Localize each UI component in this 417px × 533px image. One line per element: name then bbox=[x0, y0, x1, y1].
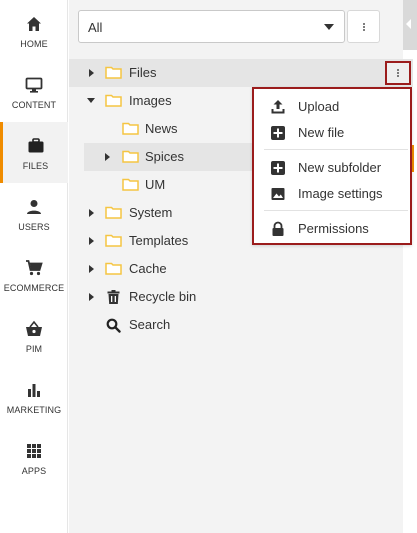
nav-label-users: USERS bbox=[18, 222, 50, 232]
collapse-toggle-icon[interactable] bbox=[87, 98, 95, 103]
tree-label: System bbox=[129, 205, 173, 220]
monitor-icon bbox=[24, 75, 44, 95]
nav-item-users[interactable]: USERS bbox=[0, 183, 68, 244]
menu-item-upload[interactable]: Upload bbox=[254, 94, 410, 120]
panel-menu-button[interactable] bbox=[347, 10, 380, 43]
tree-label: Templates bbox=[129, 233, 189, 248]
tree-row-cache[interactable]: Cache bbox=[69, 255, 403, 283]
nav-item-ecommerce[interactable]: ECOMMERCE bbox=[0, 244, 68, 305]
menu-divider bbox=[264, 210, 408, 211]
filter-select[interactable]: All bbox=[78, 10, 345, 43]
search-icon bbox=[106, 318, 121, 333]
menu-item-label: Permissions bbox=[298, 221, 369, 236]
plus-box-icon bbox=[271, 126, 285, 140]
nav-item-apps[interactable]: APPS bbox=[0, 427, 68, 488]
nav-item-home[interactable]: HOME bbox=[0, 0, 68, 61]
menu-item-label: Image settings bbox=[298, 186, 383, 201]
tree-label: Spices bbox=[145, 149, 185, 164]
folder-icon bbox=[105, 66, 122, 79]
folder-context-menu: Upload New file New subfolder Image sett… bbox=[252, 87, 412, 245]
tree-label: Search bbox=[129, 317, 171, 332]
expand-toggle-icon[interactable] bbox=[89, 293, 94, 301]
home-icon bbox=[24, 14, 44, 34]
nav-item-content[interactable]: CONTENT bbox=[0, 61, 68, 122]
nav-item-files[interactable]: FILES bbox=[0, 122, 68, 183]
menu-item-label: New subfolder bbox=[298, 160, 382, 175]
menu-item-permissions[interactable]: Permissions bbox=[254, 216, 410, 242]
plus-box-icon bbox=[271, 161, 285, 175]
folder-icon bbox=[105, 94, 122, 107]
bar-chart-icon bbox=[24, 380, 44, 400]
basket-icon bbox=[24, 319, 44, 339]
filter-select-value: All bbox=[88, 20, 103, 35]
chevron-left-icon bbox=[406, 19, 411, 29]
expand-toggle-icon[interactable] bbox=[89, 209, 94, 217]
briefcase-icon bbox=[26, 136, 46, 156]
nav-label-marketing: MARKETING bbox=[6, 405, 62, 415]
folder-icon bbox=[122, 122, 139, 135]
main-navigation: HOME CONTENT FILES USERS ECOMMERCE PIM M… bbox=[0, 0, 68, 533]
menu-divider bbox=[264, 149, 408, 150]
expand-toggle-icon[interactable] bbox=[89, 265, 94, 273]
tree-label: Files bbox=[129, 65, 157, 80]
menu-item-label: Upload bbox=[298, 99, 340, 114]
tree-label: Cache bbox=[129, 261, 167, 276]
lock-icon bbox=[272, 221, 284, 236]
menu-item-image-settings[interactable]: Image settings bbox=[254, 181, 410, 207]
upload-icon bbox=[271, 100, 285, 114]
tree-label: Images bbox=[129, 93, 172, 108]
user-icon bbox=[24, 197, 44, 217]
menu-item-label: New file bbox=[298, 125, 345, 140]
trash-icon bbox=[107, 290, 120, 304]
nav-label-ecommerce: ECOMMERCE bbox=[3, 283, 65, 293]
nav-item-marketing[interactable]: MARKETING bbox=[0, 366, 68, 427]
nav-label-content: CONTENT bbox=[11, 100, 57, 110]
expand-toggle-icon[interactable] bbox=[89, 69, 94, 77]
folder-icon bbox=[122, 178, 139, 191]
row-menu-button[interactable] bbox=[385, 61, 411, 85]
expand-toggle-icon[interactable] bbox=[105, 153, 110, 161]
folder-icon bbox=[105, 262, 122, 275]
tree-label: Recycle bin bbox=[129, 289, 197, 304]
nav-label-apps: APPS bbox=[21, 466, 47, 476]
more-vertical-icon bbox=[397, 68, 399, 78]
nav-label-home: HOME bbox=[20, 39, 48, 49]
nav-label-files: FILES bbox=[22, 161, 49, 171]
tree-row-search[interactable]: Search bbox=[69, 311, 403, 339]
chevron-down-icon bbox=[324, 24, 334, 30]
menu-item-new-subfolder[interactable]: New subfolder bbox=[254, 155, 410, 181]
expand-toggle-icon[interactable] bbox=[89, 237, 94, 245]
folder-icon bbox=[105, 206, 122, 219]
folder-icon bbox=[105, 234, 122, 247]
menu-item-new-file[interactable]: New file bbox=[254, 120, 410, 146]
grid-icon bbox=[24, 441, 44, 461]
cart-icon bbox=[24, 258, 44, 278]
tree-row-files[interactable]: Files bbox=[69, 59, 413, 87]
collapse-panel-handle[interactable] bbox=[403, 0, 417, 50]
more-vertical-icon bbox=[362, 22, 365, 32]
nav-label-pim: PIM bbox=[25, 344, 43, 354]
tree-label: UM bbox=[145, 177, 166, 192]
tree-label: News bbox=[145, 121, 178, 136]
nav-item-pim[interactable]: PIM bbox=[0, 305, 68, 366]
tree-row-recycle-bin[interactable]: Recycle bin bbox=[69, 283, 403, 311]
image-icon bbox=[271, 188, 285, 200]
folder-icon bbox=[122, 150, 139, 163]
